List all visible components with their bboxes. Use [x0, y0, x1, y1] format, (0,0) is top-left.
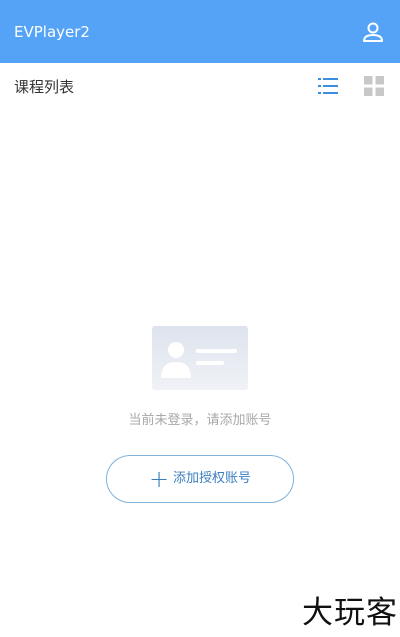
- empty-state-illustration: [152, 326, 248, 390]
- add-authorized-account-button[interactable]: + 添加授权账号: [106, 455, 294, 503]
- plus-icon: +: [148, 465, 170, 493]
- add-button-label: 添加授权账号: [173, 471, 252, 486]
- app-bar: EVPlayer2: [0, 0, 400, 63]
- id-card-icon: [152, 326, 248, 390]
- course-list-title: 课程列表: [14, 78, 75, 96]
- empty-state-message: 当前未登录，请添加账号: [128, 413, 272, 428]
- course-list-header: 课程列表: [0, 63, 400, 109]
- grid-view-button[interactable]: [363, 75, 385, 97]
- watermark-logo: 大玩客: [302, 595, 398, 631]
- account-button[interactable]: [358, 17, 388, 47]
- person-icon: [363, 22, 383, 42]
- list-view-icon: [318, 78, 338, 94]
- list-view-button[interactable]: [317, 75, 339, 97]
- grid-view-icon: [364, 76, 384, 96]
- app-title: EVPlayer2: [14, 23, 90, 41]
